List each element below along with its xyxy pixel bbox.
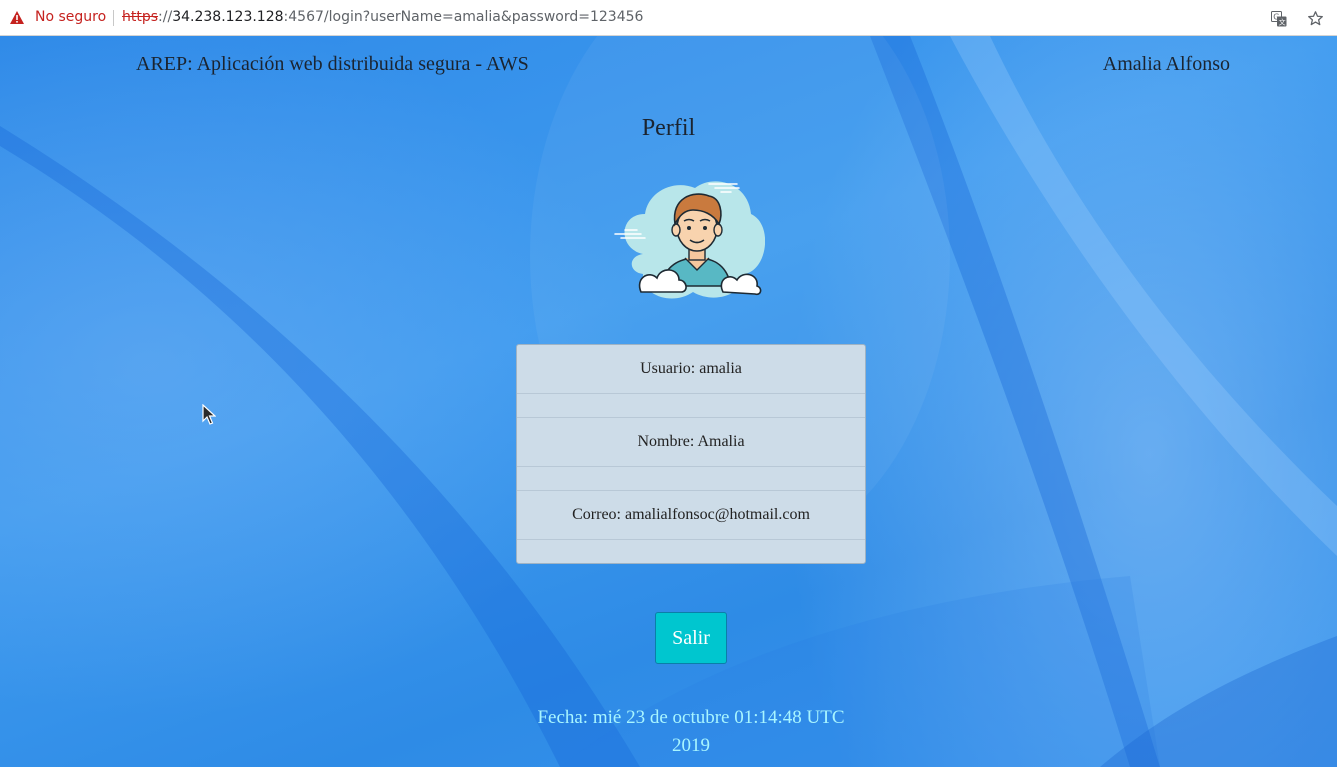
translate-icon[interactable]: G 文 <box>1271 11 1287 27</box>
security-status-label[interactable]: No seguro <box>35 9 106 25</box>
url-separator: :// <box>158 9 173 25</box>
url-scheme: https <box>122 9 159 25</box>
browser-toolbar: No seguro https://34.238.123.128:4567/lo… <box>0 0 1337 36</box>
card-spacer <box>517 467 865 491</box>
card-spacer <box>517 394 865 418</box>
svg-text:文: 文 <box>1279 18 1286 27</box>
user-avatar-icon <box>614 181 765 299</box>
star-icon[interactable] <box>1307 10 1324 27</box>
address-divider <box>113 10 114 26</box>
user-name-label: Amalia Alfonso <box>1102 53 1230 75</box>
page-body: AREP: Aplicación web distribuida segura … <box>0 36 1337 767</box>
username-row: Usuario: amalia <box>517 345 865 394</box>
url-text[interactable]: https://34.238.123.128:4567/login?userNa… <box>122 9 643 25</box>
url-host: 34.238.123.128 <box>172 9 284 25</box>
logout-button[interactable]: Salir <box>655 612 727 664</box>
app-title: AREP: Aplicación web distribuida segura … <box>136 53 529 75</box>
name-row: Nombre: Amalia <box>517 418 865 467</box>
address-bar[interactable]: No seguro https://34.238.123.128:4567/lo… <box>0 3 1337 33</box>
url-path: :4567/login?userName=amalia&password=123… <box>283 9 644 25</box>
mouse-cursor-icon <box>202 404 216 425</box>
warning-triangle-icon[interactable] <box>10 11 24 24</box>
page-title: Perfil <box>641 115 696 141</box>
card-spacer <box>517 540 865 564</box>
date-text: Fecha: mié 23 de octubre 01:14:48 UTC 20… <box>537 707 845 756</box>
email-row: Correo: amalialfonsoc@hotmail.com <box>517 491 865 540</box>
profile-card: Usuario: amalia Nombre: Amalia Correo: a… <box>516 344 866 564</box>
